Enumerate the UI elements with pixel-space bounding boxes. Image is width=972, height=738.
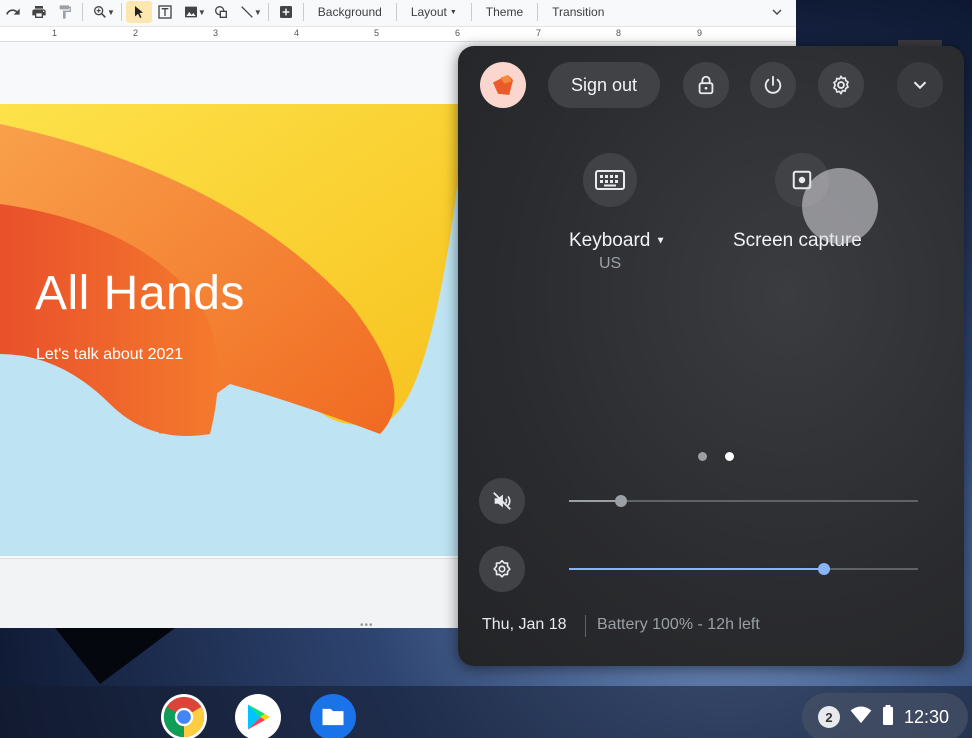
toolbar-divider (395, 3, 397, 21)
brightness-slider-fill (569, 568, 824, 570)
select-icon[interactable] (125, 1, 152, 23)
toolbar-divider (82, 3, 83, 21)
lock-icon[interactable] (683, 62, 729, 108)
background-button[interactable]: Background (308, 5, 392, 19)
ruler-number: 6 (455, 28, 461, 38)
resize-handle-icon[interactable]: ••• (360, 620, 374, 631)
line-dropdown-caret-icon[interactable]: ▼ (254, 8, 262, 17)
keyboard-icon[interactable] (583, 153, 637, 207)
background-button-label: Background (317, 5, 382, 19)
touch-indicator (802, 168, 878, 244)
layout-caret-icon: ▼ (449, 8, 457, 16)
slides-toolbar: ▼ ▼ ▼ Background Layout ▼ Theme Transitio… (0, 0, 796, 24)
power-icon[interactable] (750, 62, 796, 108)
footer-divider (585, 615, 586, 637)
slide-artwork (0, 104, 460, 556)
brightness-icon[interactable] (479, 546, 525, 592)
ruler-number: 8 (616, 28, 622, 38)
quick-settings-panel (458, 46, 964, 666)
files-app-icon[interactable] (310, 694, 356, 738)
clock[interactable]: 12:30 (904, 707, 949, 728)
volume-slider-fill (569, 500, 622, 502)
collapse-chevron-icon[interactable] (897, 62, 943, 108)
zoom-dropdown-caret-icon[interactable]: ▼ (107, 8, 115, 17)
paint-format-icon[interactable] (52, 1, 78, 23)
date-label[interactable]: Thu, Jan 18 (482, 616, 567, 634)
keyboard-dropdown-caret-icon: ▼ (655, 235, 666, 247)
speaker-notes-area[interactable] (0, 558, 460, 628)
ruler-number: 3 (213, 28, 219, 38)
volume-muted-icon[interactable] (479, 478, 525, 524)
toolbar-divider (470, 3, 472, 21)
slide-title[interactable]: All Hands (35, 266, 245, 321)
play-store-app-icon[interactable] (235, 694, 281, 738)
transition-button[interactable]: Transition (542, 5, 614, 19)
settings-gear-icon[interactable] (818, 62, 864, 108)
wifi-icon (850, 705, 872, 729)
keyboard-feature-button[interactable]: Keyboard ▼ (569, 230, 666, 252)
theme-button[interactable]: Theme (476, 5, 533, 19)
battery-status-label[interactable]: Battery 100% - 12h left (597, 616, 760, 634)
slide-subtitle[interactable]: Let's talk about 2021 (36, 346, 183, 364)
notification-count-badge[interactable]: 2 (818, 706, 840, 728)
sign-out-label: Sign out (570, 74, 638, 95)
collapse-chevron-icon[interactable] (764, 1, 790, 23)
keyboard-layout-sublabel: US (599, 255, 622, 272)
transition-button-label: Transition (552, 5, 605, 19)
text-box-icon[interactable] (152, 1, 178, 23)
battery-icon (882, 704, 894, 730)
ruler-number: 7 (536, 28, 542, 38)
shape-icon[interactable] (208, 1, 234, 23)
toolbar-divider (120, 3, 122, 21)
keyboard-label: Keyboard (569, 230, 651, 251)
ruler-number: 4 (294, 28, 300, 38)
ruler-number: 9 (697, 28, 703, 38)
page-indicator-dot[interactable] (698, 452, 707, 461)
brightness-slider-thumb[interactable] (817, 563, 830, 575)
horizontal-ruler: 1 2 3 4 5 6 7 8 9 (0, 26, 796, 42)
sign-out-button[interactable]: Sign out (548, 62, 660, 108)
new-comment-icon[interactable] (273, 1, 299, 23)
chrome-app-icon[interactable] (161, 694, 207, 738)
ruler-number: 2 (133, 28, 139, 38)
wallpaper-shape (55, 628, 175, 684)
slide[interactable]: All Hands Let's talk about 2021 (0, 104, 460, 556)
user-avatar[interactable] (480, 62, 526, 108)
toolbar-divider (537, 3, 539, 21)
page-indicator-dot-active[interactable] (725, 452, 734, 461)
toolbar-divider (302, 3, 304, 21)
toolbar-divider (267, 3, 269, 21)
ruler-number: 5 (374, 28, 380, 38)
redo-icon[interactable] (0, 1, 26, 23)
ruler-number: 1 (52, 28, 58, 38)
print-icon[interactable] (26, 1, 52, 23)
status-area[interactable]: 2 12:30 (802, 693, 968, 738)
image-dropdown-caret-icon[interactable]: ▼ (198, 8, 206, 17)
layout-button-label: Layout (410, 5, 447, 19)
theme-button-label: Theme (485, 5, 524, 19)
layout-button[interactable]: Layout ▼ (401, 5, 467, 19)
